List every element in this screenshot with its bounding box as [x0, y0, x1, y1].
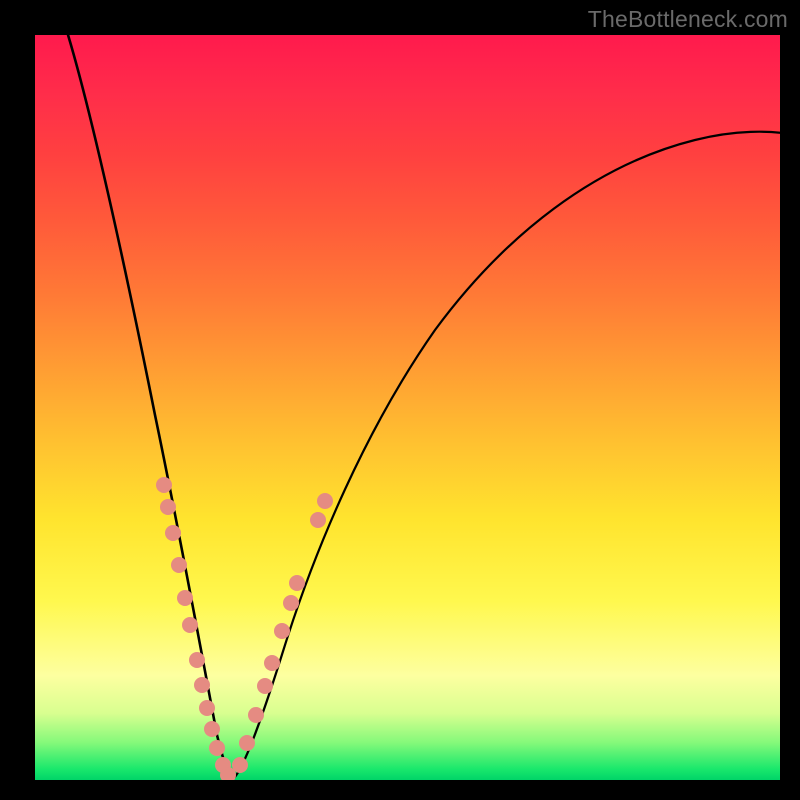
sample-dots-right: [232, 493, 333, 773]
curve-left: [65, 35, 233, 779]
chart-svg: [35, 35, 780, 780]
watermark-text: TheBottleneck.com: [588, 6, 788, 33]
chart-frame: TheBottleneck.com: [0, 0, 800, 800]
plot-area: [35, 35, 780, 780]
sample-dots-left: [156, 477, 236, 780]
curve-right: [233, 132, 780, 779]
